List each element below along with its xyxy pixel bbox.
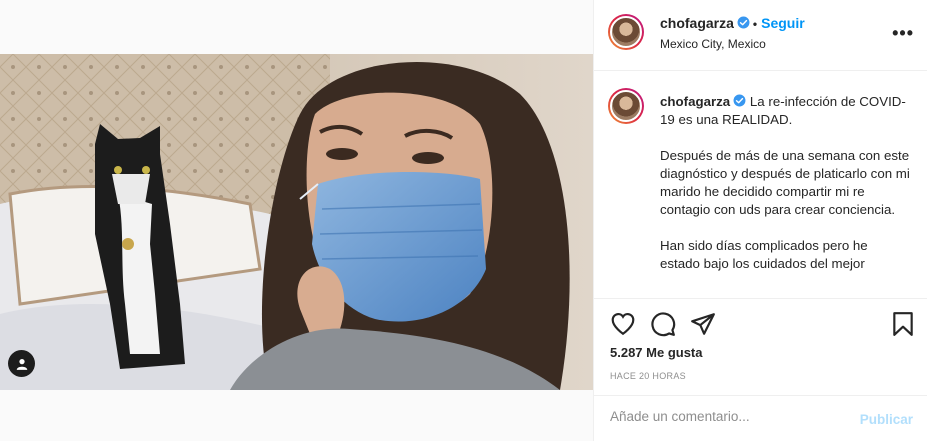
comment-bubble-icon[interactable] — [650, 311, 676, 337]
action-bar: 5.287 Me gusta HACE 20 HORAS Publicar — [594, 298, 927, 441]
caption-text-3: Han sido días complicados pero he estado… — [660, 238, 868, 271]
post-photo[interactable] — [0, 54, 593, 390]
caption-paragraph: chofagarza La re-infección de COVID-19 e… — [660, 93, 910, 129]
like-count[interactable]: 5.287 Me gusta — [610, 345, 703, 360]
post-image — [0, 54, 593, 390]
username-link[interactable]: chofagarza — [660, 15, 734, 31]
comment-form: Publicar — [594, 395, 927, 441]
post-header: chofagarza • Seguir Mexico City, Mexico ••… — [594, 0, 927, 71]
post-timestamp[interactable]: HACE 20 HORAS — [610, 371, 686, 381]
follow-button[interactable]: Seguir — [761, 15, 805, 31]
publish-button[interactable]: Publicar — [860, 412, 913, 427]
caption-username[interactable]: chofagarza — [660, 94, 730, 109]
comment-input[interactable] — [610, 409, 840, 424]
caption: chofagarza La re-infección de COVID-19 e… — [660, 93, 910, 291]
heart-icon[interactable] — [610, 311, 636, 337]
verified-badge-icon — [733, 94, 746, 107]
tag-people-button[interactable] — [8, 350, 35, 377]
post-side-panel: chofagarza • Seguir Mexico City, Mexico ••… — [593, 0, 927, 441]
caption-text-2: Después de más de una semana con este di… — [660, 148, 910, 217]
separator-dot: • — [752, 17, 758, 31]
more-options-icon[interactable]: ••• — [892, 24, 914, 42]
caption-avatar[interactable] — [608, 88, 644, 124]
bookmark-icon[interactable] — [890, 311, 916, 337]
caption-area: chofagarza La re-infección de COVID-19 e… — [594, 72, 927, 298]
avatar[interactable] — [608, 14, 644, 50]
user-tag-icon — [16, 358, 27, 370]
verified-badge-icon — [737, 16, 750, 29]
paper-plane-icon[interactable] — [690, 311, 716, 337]
location-link[interactable]: Mexico City, Mexico — [660, 37, 766, 51]
header-user-line: chofagarza • Seguir — [660, 15, 805, 31]
